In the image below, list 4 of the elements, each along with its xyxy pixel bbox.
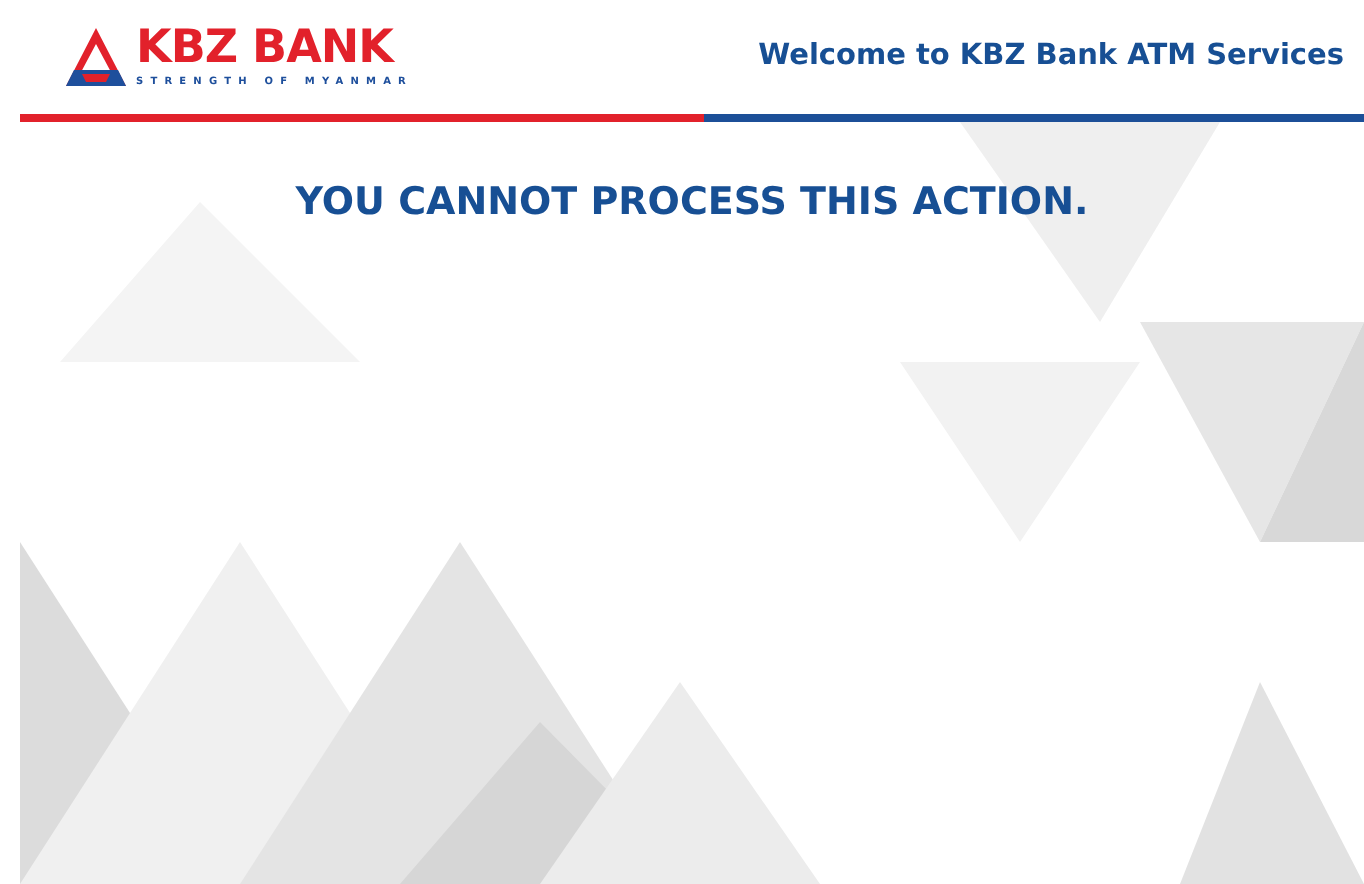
- brand-name: KBZ BANK: [136, 26, 397, 72]
- welcome-text: Welcome to KBZ Bank ATM Services: [758, 37, 1344, 76]
- logo-icon: [64, 25, 128, 89]
- error-message: YOU CANNOT PROCESS THIS ACTION.: [295, 180, 1089, 226]
